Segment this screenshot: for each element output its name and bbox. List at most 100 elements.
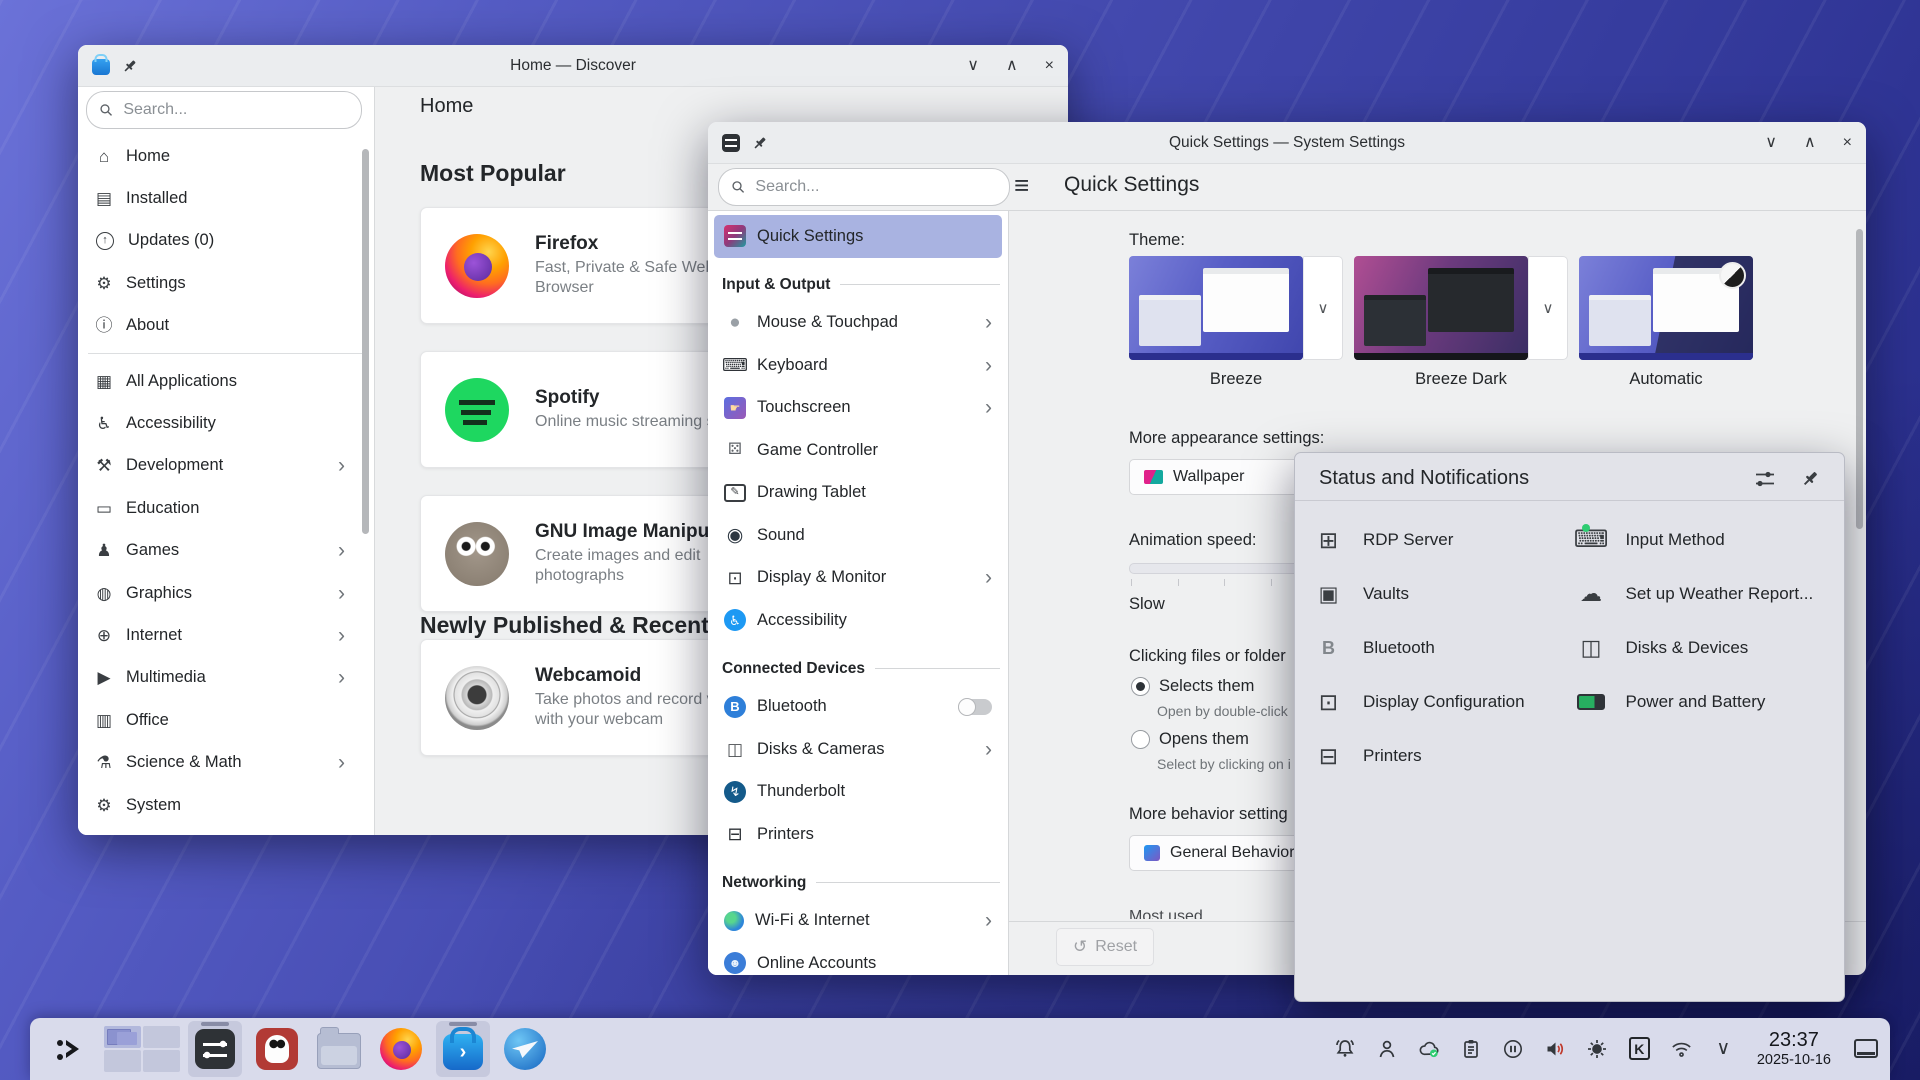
theme-thumbnail[interactable]	[1129, 256, 1303, 360]
sidebar-item[interactable]: ⌂ Home	[84, 135, 354, 177]
sidebar-item[interactable]: ⊡ Display & Monitor	[714, 557, 1002, 600]
radio-selects-them[interactable]: Selects them	[1131, 677, 1254, 696]
sidebar-item[interactable]: ▶ Multimedia	[84, 657, 354, 699]
application-launcher-button[interactable]	[42, 1021, 96, 1077]
sidebar-item[interactable]: ⊕ Internet	[84, 614, 354, 656]
status-item[interactable]: B Bluetooth	[1319, 621, 1582, 675]
radio-button-unchecked[interactable]	[1131, 730, 1150, 749]
status-item[interactable]: ⊡ Display Configuration	[1319, 675, 1582, 729]
maximize-button[interactable]: ∧	[1804, 135, 1816, 151]
taskbar-ghostwriter[interactable]	[250, 1021, 304, 1077]
sidebar-item[interactable]: ▥ Office	[84, 699, 354, 741]
show-desktop-button[interactable]	[1854, 1039, 1878, 1058]
volume-icon[interactable]	[1543, 1036, 1568, 1061]
discover-search[interactable]	[86, 91, 362, 129]
sidebar-item[interactable]: ▭ Education	[84, 487, 354, 529]
configure-icon[interactable]	[1753, 468, 1777, 490]
taskbar-falkon[interactable]	[498, 1021, 552, 1077]
sidebar-item[interactable]: ↑ Updates (0)	[84, 220, 354, 262]
pager-desktop-1[interactable]	[104, 1026, 141, 1048]
pin-icon[interactable]	[122, 58, 138, 74]
sidebar-item[interactable]: ▦ All Applications	[84, 360, 354, 402]
sidebar-item[interactable]: ⓘ About	[84, 305, 354, 347]
multimedia-icon: ▶	[93, 667, 115, 689]
pin-icon[interactable]	[752, 135, 768, 151]
sidebar-item[interactable]: ☛ Touchscreen	[714, 387, 1002, 430]
radio-button-checked[interactable]	[1131, 677, 1150, 696]
sidebar-item[interactable]: ⚗ Science & Math	[84, 741, 354, 783]
sidebar-item[interactable]: ⚙ System	[84, 784, 354, 826]
sidebar-item[interactable]: ▤ Installed	[84, 177, 354, 219]
sidebar-item[interactable]: ⚄ Game Controller	[714, 429, 1002, 472]
user-icon[interactable]	[1375, 1036, 1400, 1061]
radio-opens-them[interactable]: Opens them	[1131, 730, 1249, 749]
close-button[interactable]: ×	[1045, 58, 1054, 74]
status-item[interactable]: ⊞ RDP Server	[1319, 513, 1582, 567]
expand-tray-icon[interactable]	[1711, 1036, 1736, 1061]
sidebar-item[interactable]: ↯ Thunderbolt	[714, 771, 1002, 814]
pin-icon[interactable]	[1801, 469, 1820, 488]
wifi-icon[interactable]	[1669, 1036, 1694, 1061]
theme-option[interactable]: Automatic	[1579, 256, 1753, 389]
taskbar-discover[interactable]	[436, 1021, 490, 1077]
sidebar-scrollbar[interactable]	[362, 149, 369, 534]
sidebar-item-quick-settings[interactable]: Quick Settings	[714, 215, 1002, 258]
sidebar-item[interactable]: ◉ Sound	[714, 514, 1002, 557]
status-item[interactable]: ⌨ Input Method	[1582, 513, 1845, 567]
theme-dropdown-button[interactable]	[1303, 256, 1343, 360]
input-method-k-icon[interactable]: K	[1627, 1036, 1652, 1061]
status-item[interactable]: ☁ Set up Weather Report...	[1582, 567, 1845, 621]
sidebar-item[interactable]: ⚙ Settings	[84, 262, 354, 304]
sidebar-item[interactable]: ⊟ Printers	[714, 813, 1002, 856]
taskbar-dolphin[interactable]	[312, 1021, 366, 1077]
theme-option[interactable]: Breeze Dark	[1354, 256, 1568, 389]
pager-desktop-4[interactable]	[143, 1050, 180, 1072]
sidebar-item[interactable]: ♿ Accessibility	[714, 599, 1002, 642]
clipboard-icon[interactable]	[1459, 1036, 1484, 1061]
search-input[interactable]	[121, 100, 349, 120]
sidebar-item[interactable]: ♿ Accessibility	[84, 402, 354, 444]
clock[interactable]: 23:37 2025-10-16	[1757, 1029, 1831, 1069]
media-pause-icon[interactable]	[1501, 1036, 1526, 1061]
status-item[interactable]: ◫ Disks & Devices	[1582, 621, 1845, 675]
cloud-sync-icon[interactable]	[1417, 1036, 1442, 1061]
sidebar-item[interactable]: ◫ Disks & Cameras	[714, 728, 1002, 771]
general-behavior-button[interactable]: General Behavior	[1129, 835, 1315, 871]
settings-search[interactable]	[718, 168, 1010, 206]
discover-titlebar[interactable]: Home — Discover ∨ ∧ ×	[78, 45, 1068, 87]
sidebar-item[interactable]: ✎ Drawing Tablet	[714, 472, 1002, 515]
sidebar-item[interactable]: ☻ Online Accounts	[714, 942, 1002, 975]
system-settings-titlebar[interactable]: Quick Settings — System Settings ∨ ∧ ×	[708, 122, 1866, 164]
sidebar-item[interactable]: ● Mouse & Touchpad	[714, 302, 1002, 345]
reset-button[interactable]: Reset	[1056, 928, 1154, 966]
taskbar-firefox[interactable]	[374, 1021, 428, 1077]
status-item[interactable]: Power and Battery	[1582, 675, 1845, 729]
brightness-icon[interactable]	[1585, 1036, 1610, 1061]
sidebar-item[interactable]: ⚒ Development	[84, 445, 354, 487]
sidebar-item[interactable]: Wi-Fi & Internet	[714, 900, 1002, 943]
minimize-button[interactable]: ∨	[1765, 135, 1777, 151]
theme-dropdown-button[interactable]	[1528, 256, 1568, 360]
search-input[interactable]	[753, 177, 997, 197]
theme-thumbnail[interactable]	[1579, 256, 1753, 360]
sidebar-item[interactable]: ⌨ Keyboard	[714, 344, 1002, 387]
theme-option[interactable]: Breeze	[1129, 256, 1343, 389]
sidebar-item[interactable]: ♟ Games	[84, 530, 354, 572]
pager-desktop-3[interactable]	[104, 1050, 141, 1072]
wallpaper-button[interactable]: Wallpaper	[1129, 459, 1309, 495]
close-button[interactable]: ×	[1843, 135, 1852, 151]
bluetooth-toggle[interactable]	[958, 699, 992, 715]
taskbar-system-settings[interactable]	[188, 1021, 242, 1077]
status-item[interactable]: ▣ Vaults	[1319, 567, 1582, 621]
content-scrollbar[interactable]	[1856, 229, 1863, 529]
sidebar-item[interactable]: B Bluetooth	[714, 686, 1002, 729]
maximize-button[interactable]: ∧	[1006, 58, 1018, 74]
notifications-icon[interactable]	[1333, 1036, 1358, 1061]
hamburger-menu-icon[interactable]: ≡	[1014, 172, 1029, 198]
pager-desktop-2[interactable]	[143, 1026, 180, 1048]
status-item[interactable]: ⊟ Printers	[1319, 729, 1582, 783]
theme-thumbnail[interactable]	[1354, 256, 1528, 360]
sidebar-item[interactable]: ◍ Graphics	[84, 572, 354, 614]
virtual-desktop-pager[interactable]	[104, 1026, 180, 1072]
minimize-button[interactable]: ∨	[967, 58, 979, 74]
